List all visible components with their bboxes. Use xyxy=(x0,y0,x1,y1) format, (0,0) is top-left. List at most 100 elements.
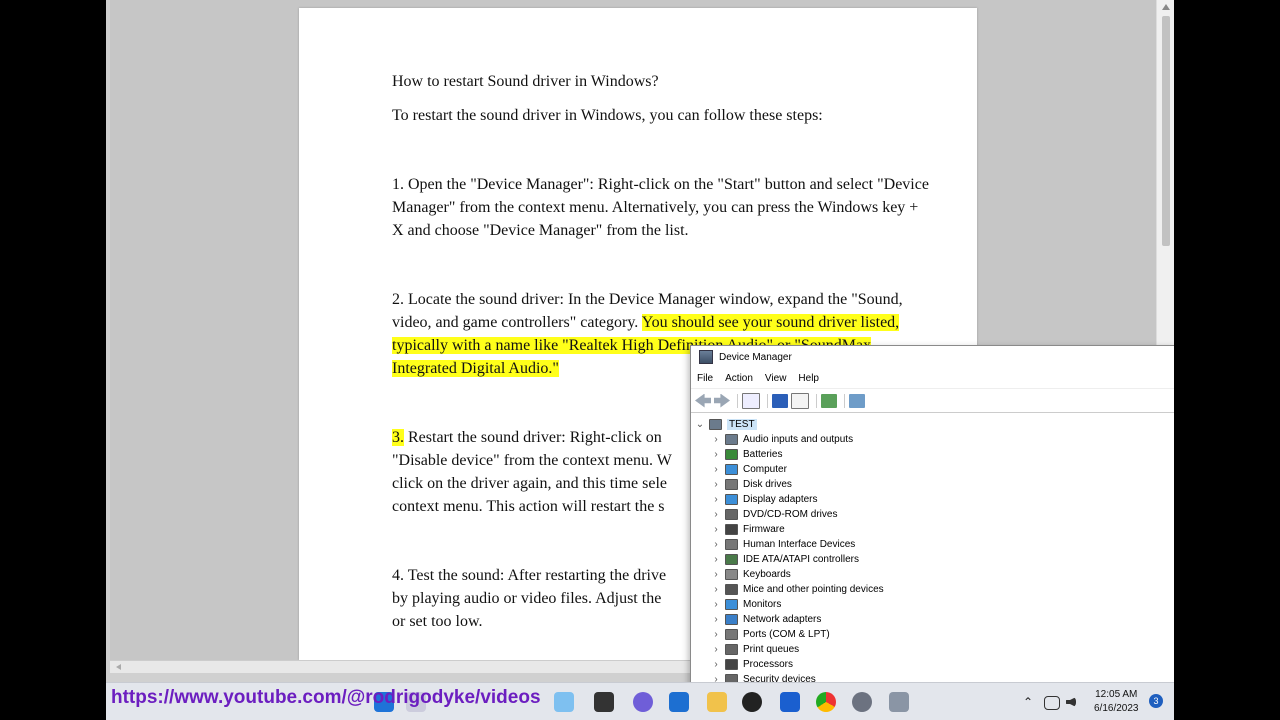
chevron-right-icon[interactable]: › xyxy=(711,629,721,640)
store-icon[interactable] xyxy=(669,692,689,712)
chevron-right-icon[interactable]: › xyxy=(711,464,721,475)
menu-view[interactable]: View xyxy=(765,373,787,384)
chevron-right-icon[interactable]: › xyxy=(711,614,721,625)
tree-item-label: Display adapters xyxy=(743,494,818,505)
chevron-down-icon[interactable]: ⌄ xyxy=(695,419,705,430)
root-label: TEST xyxy=(727,419,757,430)
tree-item[interactable]: › Disk drives xyxy=(691,477,1174,492)
tree-item-label: Firmware xyxy=(743,524,785,535)
tree-root[interactable]: ⌄ TEST xyxy=(691,417,1174,432)
stats-app-icon[interactable] xyxy=(780,692,800,712)
chevron-right-icon[interactable]: › xyxy=(711,434,721,445)
tree-item[interactable]: › Monitors xyxy=(691,597,1174,612)
menu-file[interactable]: File xyxy=(697,373,713,384)
horizontal-scrollbar[interactable] xyxy=(110,660,696,673)
tree-items: › Audio inputs and outputs › Batteries › Comp… xyxy=(691,432,1174,687)
tree-item[interactable]: › Batteries xyxy=(691,447,1174,462)
processor-icon xyxy=(725,659,738,670)
tree-item-label: Print queues xyxy=(743,644,800,655)
settings-gear-icon[interactable] xyxy=(852,692,872,712)
doc-step-3-number: 3. xyxy=(392,429,404,446)
window-title-bar[interactable]: Device Manager xyxy=(691,346,1174,368)
network-status-icon[interactable] xyxy=(1044,696,1060,710)
menu-action[interactable]: Action xyxy=(725,373,753,384)
tree-item[interactable]: › IDE ATA/ATAPI controllers xyxy=(691,552,1174,567)
computer-root-icon xyxy=(709,419,722,430)
tree-item-label: Keyboards xyxy=(743,569,791,580)
monitor-icon xyxy=(725,599,738,610)
chevron-right-icon[interactable]: › xyxy=(711,659,721,670)
tree-item[interactable]: › Firmware xyxy=(691,522,1174,537)
chat-icon[interactable] xyxy=(633,692,653,712)
help-icon[interactable] xyxy=(772,393,788,408)
tree-item-label: Disk drives xyxy=(743,479,792,490)
network-icon xyxy=(725,614,738,625)
forward-arrow-icon[interactable] xyxy=(714,393,730,408)
scroll-left-icon[interactable] xyxy=(116,664,121,670)
chevron-right-icon[interactable]: › xyxy=(711,494,721,505)
chevron-right-icon[interactable]: › xyxy=(711,584,721,595)
chevron-right-icon[interactable]: › xyxy=(711,509,721,520)
chevron-right-icon[interactable]: › xyxy=(711,599,721,610)
properties-icon[interactable] xyxy=(742,392,760,409)
battery-icon xyxy=(725,449,738,460)
device-tree: ⌄ TEST › Audio inputs and outputs › Batteri… xyxy=(691,415,1174,691)
notification-badge[interactable]: 3 xyxy=(1149,694,1163,708)
scrollbar-thumb[interactable] xyxy=(1162,16,1170,246)
chevron-right-icon[interactable]: › xyxy=(711,569,721,580)
toolbar-separator xyxy=(767,393,768,408)
task-view-icon[interactable] xyxy=(594,692,614,712)
tree-item-label: Human Interface Devices xyxy=(743,539,856,550)
tree-item[interactable]: › Ports (COM & LPT) xyxy=(691,627,1174,642)
chevron-right-icon[interactable]: › xyxy=(711,524,721,535)
chevron-right-icon[interactable]: › xyxy=(711,644,721,655)
port-icon xyxy=(725,629,738,640)
widgets-icon[interactable] xyxy=(554,692,574,712)
tree-item-label: Ports (COM & LPT) xyxy=(743,629,830,640)
tree-item[interactable]: › Audio inputs and outputs xyxy=(691,432,1174,447)
firmware-icon xyxy=(725,524,738,535)
tree-item[interactable]: › Print queues xyxy=(691,642,1174,657)
chrome-icon[interactable] xyxy=(816,692,836,712)
chevron-right-icon[interactable]: › xyxy=(711,539,721,550)
menu-help[interactable]: Help xyxy=(798,373,819,384)
device-manager-window[interactable]: Device Manager File Action View Help ⌄ T… xyxy=(690,345,1174,692)
doc-step-4-line3: or set too low. xyxy=(392,613,483,630)
chevron-right-icon[interactable]: › xyxy=(711,449,721,460)
tree-item[interactable]: › Computer xyxy=(691,462,1174,477)
doc-step-3-line3: click on the driver again, and this time… xyxy=(392,475,668,492)
dvd-icon xyxy=(725,509,738,520)
hid-icon xyxy=(725,539,738,550)
tree-item[interactable]: › Mice and other pointing devices xyxy=(691,582,1174,597)
tree-item[interactable]: › Keyboards xyxy=(691,567,1174,582)
tree-item[interactable]: › Display adapters xyxy=(691,492,1174,507)
chevron-right-icon[interactable]: › xyxy=(711,554,721,565)
media-player-icon[interactable] xyxy=(742,692,762,712)
printer-icon xyxy=(725,644,738,655)
doc-step-4-line2: by playing audio or video files. Adjust … xyxy=(392,590,662,607)
file-explorer-icon[interactable] xyxy=(707,692,727,712)
scroll-up-icon[interactable] xyxy=(1162,4,1170,10)
tree-item[interactable]: › Network adapters xyxy=(691,612,1174,627)
display-icon xyxy=(725,494,738,505)
tree-item-label: IDE ATA/ATAPI controllers xyxy=(743,554,859,565)
tree-item[interactable]: › DVD/CD-ROM drives xyxy=(691,507,1174,522)
clock[interactable]: 12:05 AM 6/16/2023 xyxy=(1094,688,1139,716)
tree-item[interactable]: › Human Interface Devices xyxy=(691,537,1174,552)
device-manager-icon xyxy=(699,350,713,364)
menu-bar: File Action View Help xyxy=(691,368,1174,389)
chevron-right-icon[interactable]: › xyxy=(711,479,721,490)
channel-url-overlay: https://www.youtube.com/@rodrigodyke/vid… xyxy=(111,687,541,708)
device-manager-taskbar-icon[interactable] xyxy=(889,692,909,712)
update-driver-icon[interactable] xyxy=(821,393,837,408)
toolbar-separator xyxy=(844,393,845,408)
toolbar-separator xyxy=(816,393,817,408)
scan-hardware-icon[interactable] xyxy=(849,393,865,408)
back-arrow-icon[interactable] xyxy=(695,393,711,408)
keyboard-icon xyxy=(725,569,738,580)
window-title: Device Manager xyxy=(719,351,792,363)
chevron-up-icon[interactable]: ⌃ xyxy=(1018,692,1038,712)
tree-item[interactable]: › Processors xyxy=(691,657,1174,672)
view-icon[interactable] xyxy=(791,392,809,409)
speaker-icon xyxy=(725,434,738,445)
